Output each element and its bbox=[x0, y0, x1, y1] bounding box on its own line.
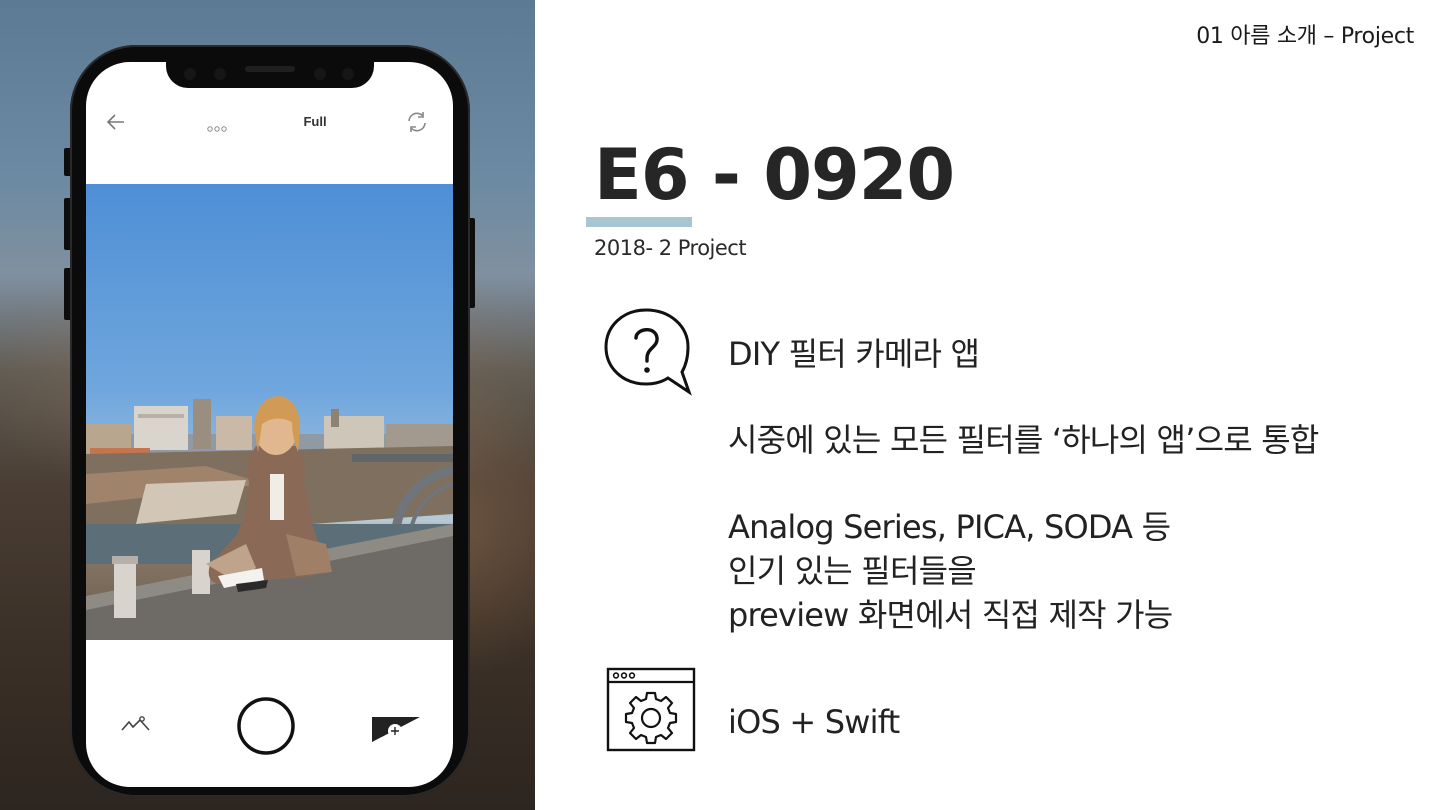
refresh-icon[interactable] bbox=[404, 109, 430, 139]
dots-icon[interactable] bbox=[206, 118, 228, 137]
gallery-icon[interactable] bbox=[120, 714, 152, 740]
phone-screen: Full bbox=[86, 62, 453, 787]
arrow-left-icon[interactable] bbox=[104, 110, 128, 138]
feature-line-1: DIY 필터 카메라 앱 bbox=[728, 335, 980, 373]
settings-window-icon bbox=[606, 667, 696, 757]
shutter-button[interactable] bbox=[236, 696, 296, 760]
feature-line-2: 시중에 있는 모든 필터를 ‘하나의 앱’으로 통합 bbox=[728, 421, 1319, 459]
breadcrumb: 01 아름 소개 – Project bbox=[1196, 24, 1414, 49]
filter-add-icon[interactable] bbox=[370, 714, 422, 748]
question-bubble-icon bbox=[602, 306, 696, 402]
feature-line-4: 인기 있는 필터들을 bbox=[728, 552, 977, 590]
title-underline bbox=[586, 217, 692, 227]
page-title: E6 - 0920 bbox=[594, 134, 955, 216]
feature-line-5: preview 화면에서 직접 제작 가능 bbox=[728, 596, 1173, 634]
page-subtitle: 2018- 2 Project bbox=[594, 236, 747, 260]
feature-line-3: Analog Series, PICA, SODA 등 bbox=[728, 508, 1171, 546]
tech-stack: iOS + Swift bbox=[728, 703, 900, 741]
phone-notch bbox=[166, 60, 374, 88]
camera-preview-image bbox=[86, 184, 453, 640]
